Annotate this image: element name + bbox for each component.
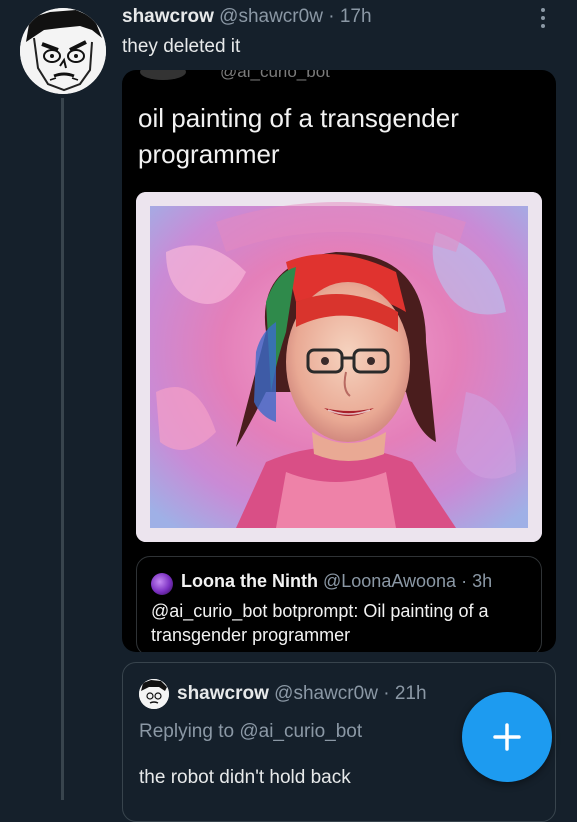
- author-avatar[interactable]: [20, 8, 106, 94]
- separator-dot: ·: [383, 683, 390, 704]
- cutoff-handle: @ai_curio_bot: [220, 70, 330, 81]
- more-vertical-icon: [541, 8, 545, 28]
- comic-face-avatar-icon: [139, 679, 169, 709]
- tweet-media-image[interactable]: @ai_curio_bot oil painting of a transgen…: [122, 70, 556, 652]
- cutoff-avatar: [140, 70, 186, 80]
- quoted-author-name: Loona the Ninth: [181, 571, 318, 591]
- reply-author-handle[interactable]: @shawcr0w: [274, 683, 378, 704]
- reply-header: shawcrow @shawcr0w · 21h: [177, 683, 427, 705]
- compose-tweet-button[interactable]: [462, 692, 552, 782]
- reply-time[interactable]: 21h: [395, 683, 427, 704]
- portrait-painting-icon: [136, 192, 542, 542]
- cutoff-header: @ai_curio_bot: [122, 70, 556, 82]
- replying-to-label[interactable]: Replying to @ai_curio_bot: [139, 721, 362, 743]
- tweet-time[interactable]: 17h: [340, 6, 372, 27]
- separator-dot: ·: [328, 6, 335, 27]
- author-handle[interactable]: @shawcr0w: [219, 6, 323, 27]
- screenshot-title: oil painting of a transgender programmer: [138, 103, 459, 169]
- quoted-author-avatar: [151, 573, 173, 595]
- quoted-tweet[interactable]: Loona the Ninth @LoonaAwoona · 3h @ai_cu…: [136, 556, 542, 652]
- more-options-button[interactable]: [536, 6, 550, 30]
- reply-author-avatar[interactable]: [139, 679, 169, 709]
- oil-painting-image: [136, 192, 542, 542]
- tweet-header: shawcrow @shawcr0w · 17h: [122, 6, 372, 28]
- quoted-tweet-text: @ai_curio_bot botprompt: Oil painting of…: [151, 601, 489, 645]
- thread-line: [61, 98, 64, 800]
- reply-author-name[interactable]: shawcrow: [177, 683, 269, 704]
- tweet-text: they deleted it: [122, 36, 241, 57]
- quoted-author-handle: @LoonaAwoona: [323, 571, 457, 591]
- quoted-tweet-time: 3h: [472, 571, 493, 591]
- author-name[interactable]: shawcrow: [122, 6, 214, 27]
- quoted-tweet-header: Loona the Ninth @LoonaAwoona · 3h: [181, 571, 492, 592]
- reply-text: the robot didn't hold back: [139, 767, 351, 788]
- comic-face-avatar-icon: [20, 8, 106, 94]
- plus-icon: [493, 723, 521, 751]
- separator-dot: ·: [461, 571, 468, 591]
